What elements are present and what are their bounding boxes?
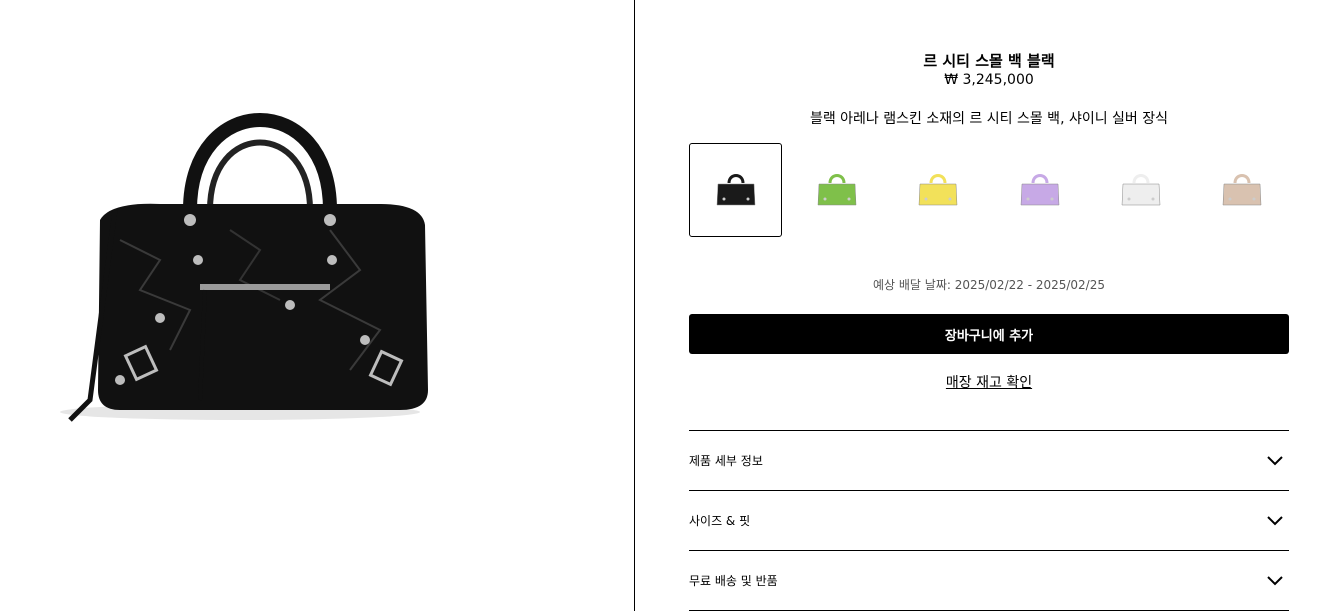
color-swatches [689, 143, 1289, 237]
product-title: 르 시티 스몰 백 블랙 [923, 52, 1055, 70]
swatch-green[interactable] [790, 143, 883, 237]
bag-thumbnail-icon [1121, 174, 1161, 206]
product-price: ₩ 3,245,000 [944, 72, 1034, 88]
accordion-label: 사이즈 & 핏 [689, 514, 751, 528]
product-info: 르 시티 스몰 백 블랙 ₩ 3,245,000 블랙 아레나 램스킨 소재의 … [689, 0, 1289, 611]
product-page: 르 시티 스몰 백 블랙 ₩ 3,245,000 블랙 아레나 램스킨 소재의 … [0, 0, 1321, 611]
swatch-lilac[interactable] [993, 143, 1086, 237]
swatch-white[interactable] [1095, 143, 1188, 237]
chevron-down-icon [1267, 455, 1283, 465]
accordion-label: 무료 배송 및 반품 [689, 574, 778, 588]
bag-thumbnail-icon [919, 174, 958, 206]
bag-thumbnail-icon [716, 174, 755, 206]
bag-thumbnail-icon [1223, 174, 1262, 206]
product-description: 블랙 아레나 램스킨 소재의 르 시티 스몰 백, 샤이니 실버 장식 [809, 111, 1169, 127]
accordion-product-details[interactable]: 제품 세부 정보 [689, 431, 1289, 491]
delivery-estimate: 예상 배달 날짜: 2025/02/22 - 2025/02/25 [872, 278, 1105, 292]
chevron-down-icon [1267, 515, 1283, 525]
accordion-label: 제품 세부 정보 [689, 454, 763, 468]
product-image[interactable] [30, 100, 450, 430]
add-to-cart-button[interactable]: 장바구니에 추가 [689, 314, 1289, 354]
vertical-divider [634, 0, 635, 611]
product-accordion: 제품 세부 정보 사이즈 & 핏 무료 배송 및 반품 [689, 430, 1289, 611]
check-store-stock-link[interactable]: 매장 재고 확인 [689, 372, 1289, 392]
chevron-down-icon [1267, 575, 1283, 585]
product-image-panel [0, 0, 634, 611]
swatch-black[interactable] [689, 143, 782, 237]
accordion-size-fit[interactable]: 사이즈 & 핏 [689, 491, 1289, 551]
bag-thumbnail-icon [1020, 174, 1059, 206]
accordion-shipping-returns[interactable]: 무료 배송 및 반품 [689, 551, 1289, 611]
swatch-beige[interactable] [1196, 143, 1289, 237]
swatch-yellow[interactable] [892, 143, 985, 237]
bag-thumbnail-icon [817, 174, 857, 206]
